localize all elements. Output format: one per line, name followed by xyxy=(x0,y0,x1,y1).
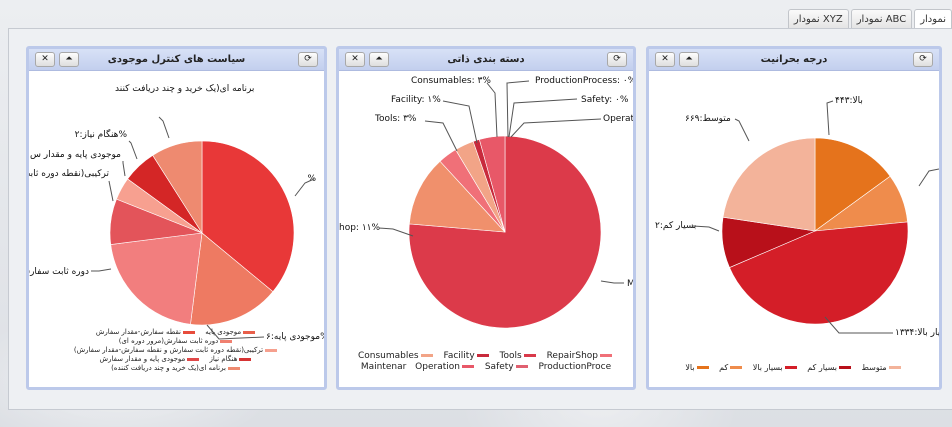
legend-item[interactable]: RepairShop xyxy=(547,351,614,362)
legend-item[interactable]: موجودی پایه xyxy=(205,328,257,337)
slice-label: ProductionProcess: ۰% xyxy=(535,76,633,86)
panel-body: بالا:۴۴۳ متوسط:۶۶۹ بسیار کم:۲ بسیار بالا… xyxy=(649,71,939,387)
legend-item[interactable]: متوسط xyxy=(862,362,903,373)
leader-line xyxy=(424,120,458,152)
slice-label: موجودی پایه و مقدار س xyxy=(30,150,121,160)
chart-legend: نقطه سفارش-مقدار سفارش موجودی پایه دوره … xyxy=(29,328,324,373)
leader-line xyxy=(510,118,602,138)
leader-line xyxy=(128,140,138,160)
leader-line xyxy=(122,161,126,177)
pie-slice[interactable] xyxy=(110,232,203,325)
tab-xyz-chart[interactable]: نمودار XYZ xyxy=(787,9,849,30)
collapse-icon[interactable]: ⏶ xyxy=(59,52,79,67)
panel-header: دسته بندی ذاتی ✕ ⏶ ⟳ xyxy=(339,49,633,71)
slice-label: Safety: ۰% xyxy=(581,95,629,105)
legend-item[interactable]: Consumables xyxy=(358,351,435,362)
close-icon[interactable]: ✕ xyxy=(35,52,55,67)
close-icon[interactable]: ✕ xyxy=(655,52,675,67)
legend-item[interactable]: Safety xyxy=(485,362,530,373)
leader-line xyxy=(692,225,720,232)
legend-item[interactable]: برنامه ای(یک خرید و چند دریافت کننده) xyxy=(111,364,242,373)
refresh-icon[interactable]: ⟳ xyxy=(607,52,627,67)
pie-slice[interactable] xyxy=(722,137,816,232)
leader-line xyxy=(91,268,112,272)
legend-item[interactable]: موجودی پایه و مقدار سفارش xyxy=(100,355,202,364)
legend-item[interactable]: بالا xyxy=(685,362,710,373)
tab-abc-chart[interactable]: نمودار ABC xyxy=(850,9,913,30)
slice-label: Operati xyxy=(603,114,633,124)
criticality-chart: بالا:۴۴۳ متوسط:۶۶۹ بسیار کم:۲ بسیار بالا… xyxy=(655,96,939,338)
leader-line xyxy=(826,100,834,136)
legend-item[interactable]: بسیار کم xyxy=(807,362,853,373)
legend-item[interactable]: ترکیبی(نقطه دوره ثابت سفارش و نقطه سفارش… xyxy=(74,346,279,355)
criticality-panel: درجه بحرانیت ✕ ⏶ ⟳ بالا:۴۴۳ متوسط:۶۶۹ بس… xyxy=(646,46,942,390)
slice-label: بسیار بالا:۱۳۳۴ xyxy=(895,328,939,338)
slice-label: هنگام نیاز:۲% xyxy=(75,128,128,140)
refresh-icon[interactable]: ⟳ xyxy=(913,52,933,67)
collapse-icon[interactable]: ⏶ xyxy=(679,52,699,67)
slice-label: بسیار کم:۲ xyxy=(655,221,696,231)
control-policy-panel: سیاست های کنترل موجودی ✕ ⏶ ⟳ % برنامه ای… xyxy=(26,46,327,390)
legend-item[interactable]: هنگام نیاز xyxy=(210,355,254,364)
chart-legend: Consumables Facility Tools RepairShop Ma… xyxy=(339,351,633,373)
panel-header: درجه بحرانیت ✕ ⏶ ⟳ xyxy=(649,49,939,71)
slice-label: برنامه ای(یک خرید و چند دریافت کنند xyxy=(115,84,254,94)
pie-chart xyxy=(721,137,909,325)
category-chart: Consumables: ۳% ProductionProcess: ۰% Fa… xyxy=(339,76,633,329)
legend-item[interactable]: Operation xyxy=(415,362,476,373)
panel-body: Consumables: ۳% ProductionProcess: ۰% Fa… xyxy=(339,71,633,387)
legend-item[interactable]: نقطه سفارش-مقدار سفارش xyxy=(96,328,197,337)
slice-label: Facility: ۱% xyxy=(391,95,441,105)
legend-item[interactable]: Maintenar xyxy=(361,362,406,373)
pie-chart xyxy=(109,140,295,326)
category-panel: دسته بندی ذاتی ✕ ⏶ ⟳ Consumables: ۳% Pro… xyxy=(336,46,636,390)
leader-line xyxy=(918,168,939,187)
slice-label: دوره ثابت سفارش xyxy=(29,267,89,277)
leader-line xyxy=(486,82,498,138)
slice-label: ترکیبی(نقطه دوره ثابت س xyxy=(29,169,109,179)
leader-line xyxy=(158,116,170,139)
leader-line xyxy=(600,280,624,284)
slice-label: hop: ۱۱% xyxy=(339,223,380,233)
legend-item[interactable]: Tools xyxy=(500,351,538,362)
slice-label: Tools: ۳% xyxy=(374,114,417,124)
leader-line xyxy=(378,227,414,237)
leader-line xyxy=(734,118,750,142)
leader-line xyxy=(508,98,578,138)
legend-item[interactable]: بسیار بالا xyxy=(753,362,799,373)
legend-item[interactable]: ProductionProce xyxy=(539,362,612,373)
slice-label: بالا:۴۴۳ xyxy=(835,96,863,106)
leader-line xyxy=(108,180,114,202)
collapse-icon[interactable]: ⏶ xyxy=(369,52,389,67)
slice-label: Consumables: ۳% xyxy=(411,76,491,86)
legend-item[interactable]: Facility xyxy=(443,351,490,362)
pie-chart xyxy=(408,135,602,329)
slice-label: متوسط:۶۶۹ xyxy=(685,114,731,124)
slice-label: M xyxy=(627,279,633,289)
slice-label: % xyxy=(307,174,316,184)
refresh-icon[interactable]: ⟳ xyxy=(298,52,318,67)
tab-bar: نمودار نمودار ABC نمودار XYZ xyxy=(786,9,952,31)
legend-item[interactable]: کم xyxy=(719,362,744,373)
panel-header: سیاست های کنترل موجودی ✕ ⏶ ⟳ xyxy=(29,49,324,71)
leader-line xyxy=(442,100,478,144)
legend-item[interactable]: دوره ثابت سفارش(مرور دوره ای) xyxy=(119,337,235,346)
chart-legend: بالا کم بسیار بالا بسیار کم متوسط xyxy=(649,362,939,373)
close-icon[interactable]: ✕ xyxy=(345,52,365,67)
